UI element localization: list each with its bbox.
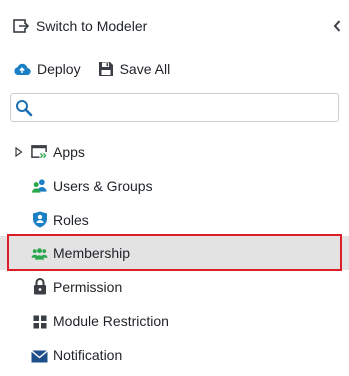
nav-item-label: Module Restriction	[53, 313, 169, 329]
nav-item-label: Users & Groups	[53, 178, 153, 194]
search-input[interactable]	[37, 97, 335, 118]
nav-item-roles[interactable]: Roles	[0, 203, 349, 237]
deploy-label: Deploy	[37, 61, 81, 77]
search-box[interactable]	[10, 93, 339, 122]
nav-item-notification[interactable]: Notification	[0, 338, 349, 372]
envelope-icon	[31, 348, 48, 365]
nav-item-permission[interactable]: Permission	[0, 270, 349, 304]
floppy-disk-icon	[98, 62, 113, 76]
save-all-label: Save All	[119, 61, 171, 77]
search-icon	[16, 100, 33, 117]
nav-item-label: Roles	[53, 212, 89, 228]
users-groups-icon	[31, 177, 48, 194]
nav-item-label: Notification	[53, 347, 123, 363]
apps-window-icon	[31, 143, 48, 160]
switch-to-modeler-button[interactable]: Switch to Modeler	[13, 16, 147, 36]
nav-item-label: Apps	[53, 144, 85, 160]
top-bar: Switch to Modeler	[0, 0, 349, 52]
nav-item-module-restriction[interactable]: Module Restriction	[0, 304, 349, 338]
nav-item-apps[interactable]: Apps	[0, 135, 349, 169]
membership-people-icon	[31, 245, 48, 262]
lock-icon	[31, 278, 48, 295]
nav-item-membership[interactable]: Membership	[0, 236, 349, 270]
nav-item-users-groups[interactable]: Users & Groups	[0, 169, 349, 203]
toolbar: Deploy Save All	[13, 58, 187, 80]
chevron-left-icon	[333, 20, 341, 32]
nav-item-label: Membership	[53, 245, 131, 261]
expand-caret-icon[interactable]	[15, 147, 23, 157]
collapse-panel-button[interactable]	[331, 18, 343, 34]
exit-to-modeler-icon	[13, 19, 29, 33]
role-shield-icon	[31, 211, 48, 228]
module-grid-icon	[31, 313, 48, 330]
switch-to-modeler-label: Switch to Modeler	[36, 18, 148, 34]
nav-item-label: Permission	[53, 279, 123, 295]
save-all-button[interactable]: Save All	[98, 61, 171, 77]
cloud-upload-icon	[14, 63, 31, 76]
deploy-button[interactable]: Deploy	[13, 61, 81, 77]
